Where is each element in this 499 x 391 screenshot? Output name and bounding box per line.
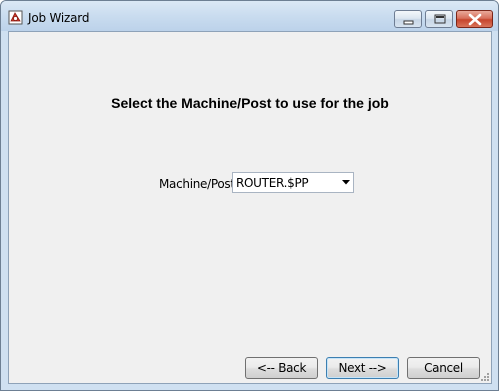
- machine-post-value: ROUTER.$PP: [236, 176, 309, 190]
- maximize-button[interactable]: [425, 10, 453, 28]
- window-title: Job Wizard: [28, 11, 90, 25]
- back-button[interactable]: <-- Back: [245, 357, 318, 379]
- page-heading: Select the Machine/Post to use for the j…: [111, 95, 389, 111]
- cancel-button[interactable]: Cancel: [407, 357, 480, 379]
- machine-post-dropdown[interactable]: ROUTER.$PP: [232, 172, 354, 193]
- job-wizard-window: Job Wizard Select the Machine/Post to us…: [0, 0, 499, 391]
- machine-post-label: Machine/Post: [159, 177, 235, 191]
- resize-grip-icon[interactable]: [480, 372, 490, 382]
- chevron-down-icon: [342, 180, 350, 185]
- minimize-button[interactable]: [394, 10, 422, 28]
- close-button[interactable]: [456, 10, 493, 28]
- wizard-page: Select the Machine/Post to use for the j…: [8, 31, 492, 384]
- title-bar[interactable]: Job Wizard: [1, 1, 498, 31]
- minimize-icon: [403, 20, 414, 25]
- maximize-icon: [434, 14, 446, 24]
- close-icon: [468, 13, 482, 26]
- next-button[interactable]: Next -->: [326, 357, 399, 379]
- job-wizard-app-icon: [8, 10, 23, 25]
